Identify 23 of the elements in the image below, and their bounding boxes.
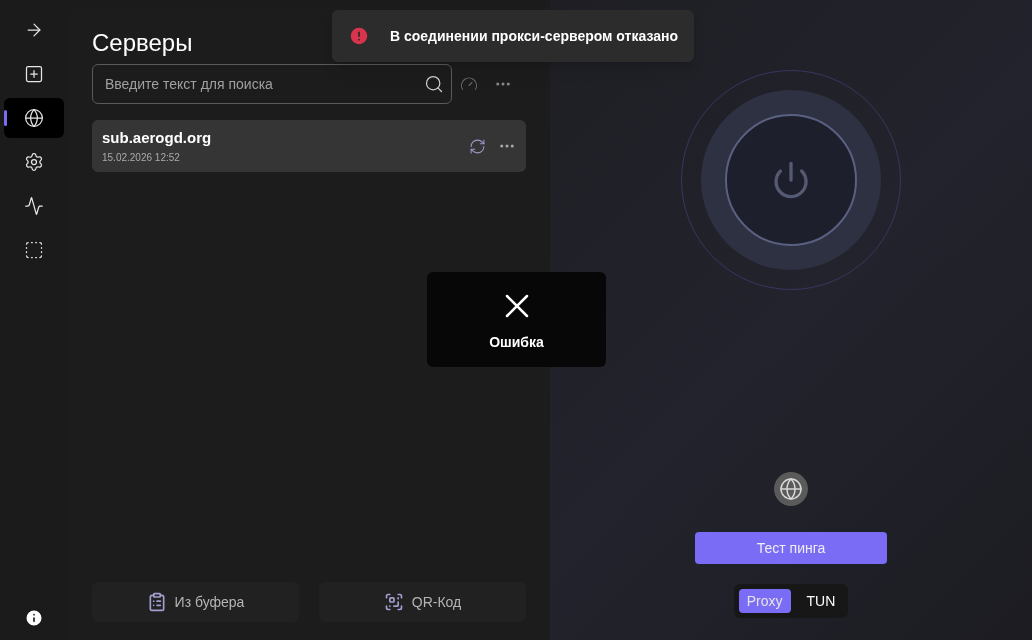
plus-square-icon xyxy=(24,64,44,84)
power-icon xyxy=(771,160,811,200)
subscription-name: sub.aerogd.org xyxy=(102,127,213,148)
toast-message: В соединении прокси-сервером отказано xyxy=(390,26,678,46)
mode-tab[interactable]: TUN xyxy=(798,589,844,613)
gauge-icon[interactable] xyxy=(460,75,478,93)
alert-icon xyxy=(348,25,370,47)
info-icon[interactable] xyxy=(24,608,44,628)
refresh-icon[interactable] xyxy=(469,137,486,155)
import-button[interactable]: Из буфера xyxy=(92,582,299,622)
pulse-icon xyxy=(24,196,44,216)
search-field[interactable]: Введите текст для поиска xyxy=(92,64,452,104)
subscription-date: 15.02.2026 12:52 xyxy=(102,150,181,165)
qr-code-icon xyxy=(383,592,404,612)
dialog-label: Ошибка xyxy=(489,333,544,352)
subscription-card[interactable]: sub.aerogd.org 15.02.2026 12:52 xyxy=(92,120,526,172)
settings-icon xyxy=(24,152,44,172)
globe-icon xyxy=(24,108,44,128)
sidebar-item[interactable] xyxy=(4,98,64,138)
search-icon[interactable] xyxy=(424,74,444,94)
dashed-square-icon xyxy=(24,240,44,260)
page-title: Серверы xyxy=(92,28,193,58)
import-button[interactable]: QR-Код xyxy=(319,582,526,622)
